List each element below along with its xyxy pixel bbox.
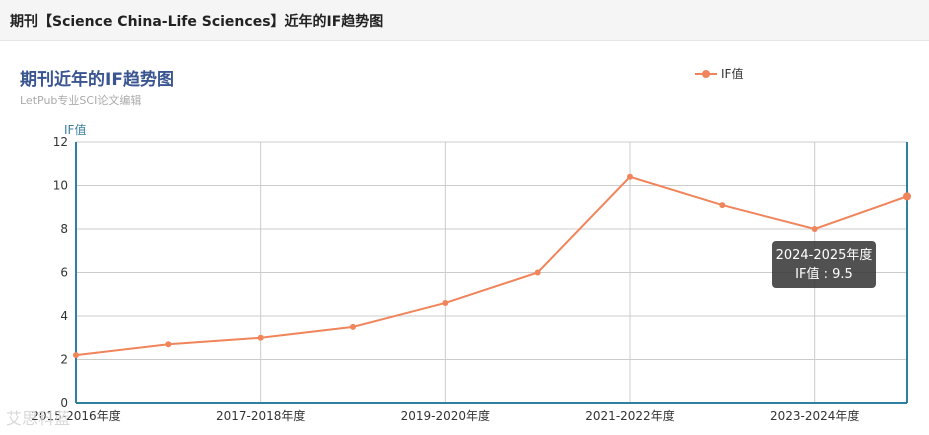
data-point [719, 202, 726, 209]
watermark: 艾思科蓝 [6, 409, 71, 428]
tooltip-category: 2024-2025年度 [775, 248, 873, 263]
y-tick-label: 4 [60, 309, 68, 323]
data-point [903, 192, 911, 201]
y-tick-label: 2 [60, 353, 68, 367]
data-point [442, 299, 449, 306]
x-tick-label: 2019-2020年度 [401, 408, 490, 423]
data-point [811, 226, 818, 232]
data-point [165, 341, 172, 348]
data-point [257, 334, 264, 341]
data-point [627, 173, 633, 180]
y-tick-label: 10 [53, 179, 68, 193]
y-tick-label: 12 [53, 135, 68, 149]
data-point [534, 269, 541, 276]
chart-plot: IF值 024681012 2015-2016年度 2017-2018年度 2019… [31, 122, 911, 423]
x-tick-label: 2021-2022年度 [585, 408, 674, 423]
y-tick-label: 6 [60, 266, 68, 280]
x-tick-label: 2023-2024年度 [770, 408, 859, 423]
data-tooltip: 2024-2025年度 IF值 : 9.5 [772, 241, 876, 288]
data-point [73, 352, 79, 359]
y-tick-label: 8 [60, 222, 68, 236]
tooltip-value: IF值 : 9.5 [795, 267, 853, 282]
x-tick-label: 2017-2018年度 [216, 408, 305, 423]
data-point [350, 323, 356, 330]
